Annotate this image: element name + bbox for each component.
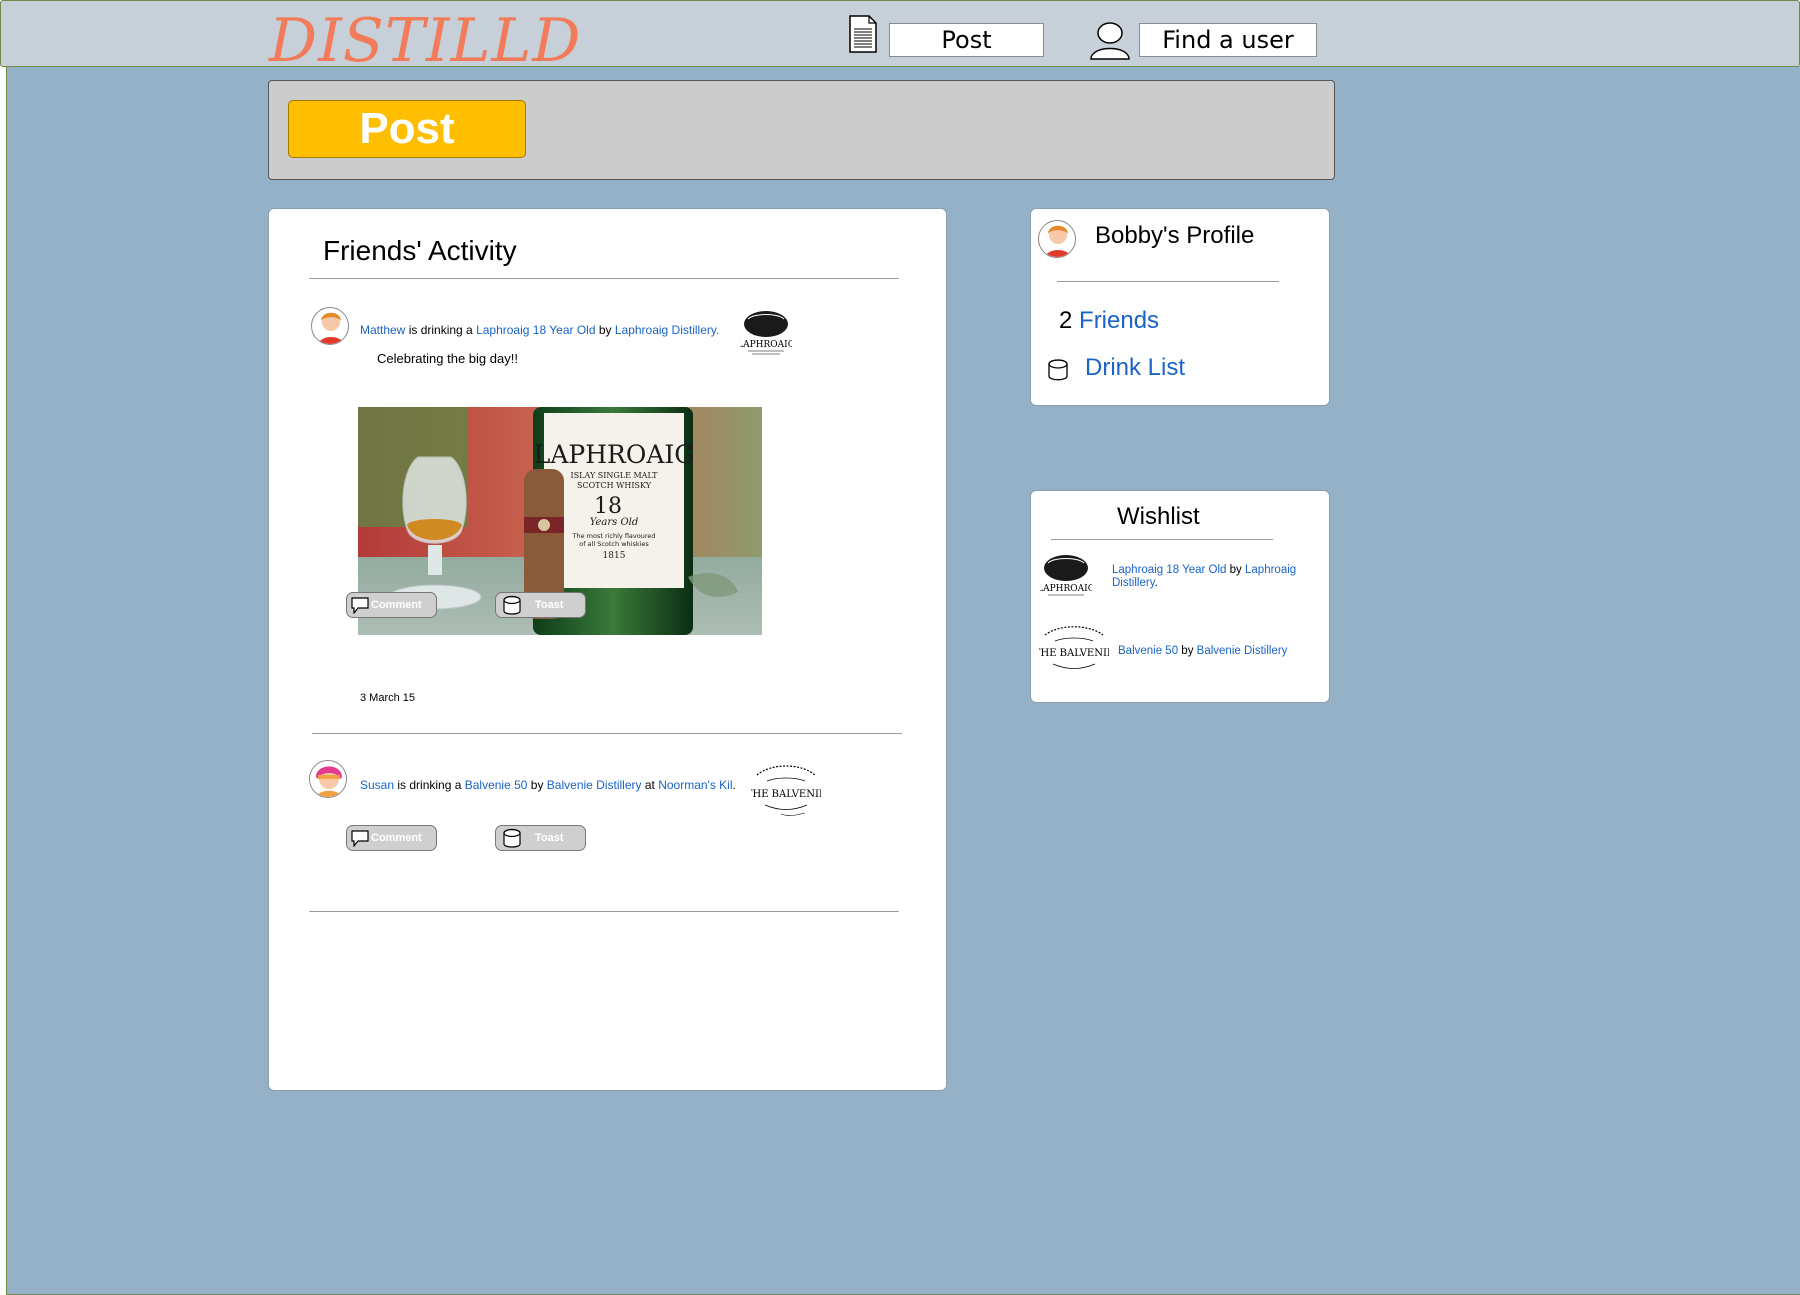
user-link[interactable]: Matthew xyxy=(360,323,405,337)
toast-label: Toast xyxy=(535,599,564,611)
laphroaig-logo: LAPHROAIG xyxy=(1040,555,1092,596)
wishlist-text: . xyxy=(1154,577,1158,589)
comment-label: Comment xyxy=(371,832,422,844)
activity-line: Susan is drinking a Balvenie 50 by Balve… xyxy=(360,778,736,792)
svg-text:LAPHROAIG: LAPHROAIG xyxy=(534,440,695,469)
glass-icon xyxy=(503,595,521,615)
svg-text:THE BALVENIE: THE BALVENIE xyxy=(1039,648,1109,659)
drink-list-link[interactable]: Drink List xyxy=(1085,354,1185,382)
comment-button[interactable]: Comment xyxy=(346,592,437,618)
friends-count: 2 xyxy=(1059,307,1073,334)
wishlist-title: Wishlist xyxy=(1117,503,1200,530)
feed-title: Friends' Activity xyxy=(323,235,517,266)
distillery-link[interactable]: Balvenie Distillery xyxy=(1197,645,1288,657)
comment-label: Comment xyxy=(371,599,422,611)
svg-text:ISLAY SINGLE MALT: ISLAY SINGLE MALT xyxy=(571,471,659,480)
balvenie-logo: THE BALVENIE xyxy=(751,765,821,816)
toast-label: Toast xyxy=(535,832,564,844)
svg-text:The most richly flavoured: The most richly flavoured xyxy=(571,532,655,540)
distillery-link[interactable]: Distillery xyxy=(1112,577,1155,589)
activity-line: Matthew is drinking a Laphroaig 18 Year … xyxy=(360,323,719,337)
wishlist-item: Balvenie 50 by Balvenie Distillery xyxy=(1118,645,1287,657)
balvenie-logo: THE BALVENIE xyxy=(1039,626,1109,669)
divider xyxy=(309,911,899,912)
distillery-link[interactable]: Laphroaig xyxy=(1245,564,1296,576)
friends-activity-card: Friends' Activity Matthew is drinking a … xyxy=(268,208,947,1091)
profile-card: Bobby's Profile 2 Friends Drink List xyxy=(1030,208,1330,406)
wishlist-text: by xyxy=(1178,645,1197,657)
drink-link[interactable]: Balvenie 50 xyxy=(465,778,528,792)
place-link[interactable]: Noorman's Kil xyxy=(658,778,732,792)
toast-button[interactable]: Toast xyxy=(495,592,586,618)
divider xyxy=(1057,281,1279,282)
divider xyxy=(309,278,899,279)
profile-title: Bobby's Profile xyxy=(1095,222,1255,249)
divider xyxy=(312,733,902,734)
user-icon[interactable] xyxy=(1089,21,1131,61)
comment-button[interactable]: Comment xyxy=(346,825,437,851)
activity-text: . xyxy=(732,778,736,792)
avatar[interactable] xyxy=(1038,220,1076,258)
toast-button[interactable]: Toast xyxy=(495,825,586,851)
activity-text: is drinking a xyxy=(405,323,477,337)
post-comment-text: Celebrating the big day!! xyxy=(377,351,518,366)
comment-icon xyxy=(351,597,369,614)
svg-text:of all Scotch whiskies: of all Scotch whiskies xyxy=(579,540,649,548)
drink-link[interactable]: Laphroaig 18 Year Old xyxy=(476,323,595,337)
avatar[interactable] xyxy=(311,307,349,345)
activity-text: by xyxy=(527,778,547,792)
distillery-link[interactable]: Laphroaig Distillery. xyxy=(615,323,720,337)
activity-text: by xyxy=(595,323,615,337)
divider xyxy=(1051,539,1273,540)
avatar[interactable] xyxy=(309,760,347,798)
activity-text: at xyxy=(641,778,659,792)
laphroaig-logo: LAPHROAIG xyxy=(740,311,792,355)
top-bar: DISTILLD Post Find a user xyxy=(0,0,1800,76)
friends-row[interactable]: 2 Friends xyxy=(1059,307,1159,335)
post-date: 3 March 15 xyxy=(360,692,416,704)
wishlist-text: by xyxy=(1226,564,1246,576)
drink-link[interactable]: Laphroaig 18 Year Old xyxy=(1112,564,1226,576)
find-user-button[interactable]: Find a user xyxy=(1139,23,1317,57)
post-panel: Post xyxy=(268,80,1335,180)
glass-icon xyxy=(503,828,521,848)
comment-icon xyxy=(351,830,369,847)
svg-text:SCOTCH WHISKY: SCOTCH WHISKY xyxy=(577,481,652,490)
distillery-link[interactable]: Balvenie Distillery xyxy=(547,778,642,792)
wishlist-card: Wishlist LAPHROAIG Laphroaig 18 Year Old… xyxy=(1030,490,1330,703)
svg-text:18: 18 xyxy=(594,494,622,519)
document-icon[interactable] xyxy=(849,15,877,53)
svg-text:1815: 1815 xyxy=(603,551,626,561)
app-logo[interactable]: DISTILLD xyxy=(269,3,581,79)
user-link[interactable]: Susan xyxy=(360,778,394,792)
svg-text:LAPHROAIG: LAPHROAIG xyxy=(740,340,792,350)
post-button[interactable]: Post xyxy=(288,100,526,158)
drink-link[interactable]: Balvenie 50 xyxy=(1118,645,1178,657)
svg-text:THE BALVENIE: THE BALVENIE xyxy=(751,789,821,800)
friends-link[interactable]: Friends xyxy=(1079,307,1159,334)
wishlist-item: Laphroaig 18 Year Old by Laphroaig Disti… xyxy=(1112,564,1322,590)
glass-icon xyxy=(1048,359,1068,381)
post-nav-button[interactable]: Post xyxy=(889,23,1044,57)
activity-text: is drinking a xyxy=(394,778,465,792)
svg-text:Years Old: Years Old xyxy=(590,517,639,528)
svg-text:LAPHROAIG: LAPHROAIG xyxy=(1040,584,1092,594)
